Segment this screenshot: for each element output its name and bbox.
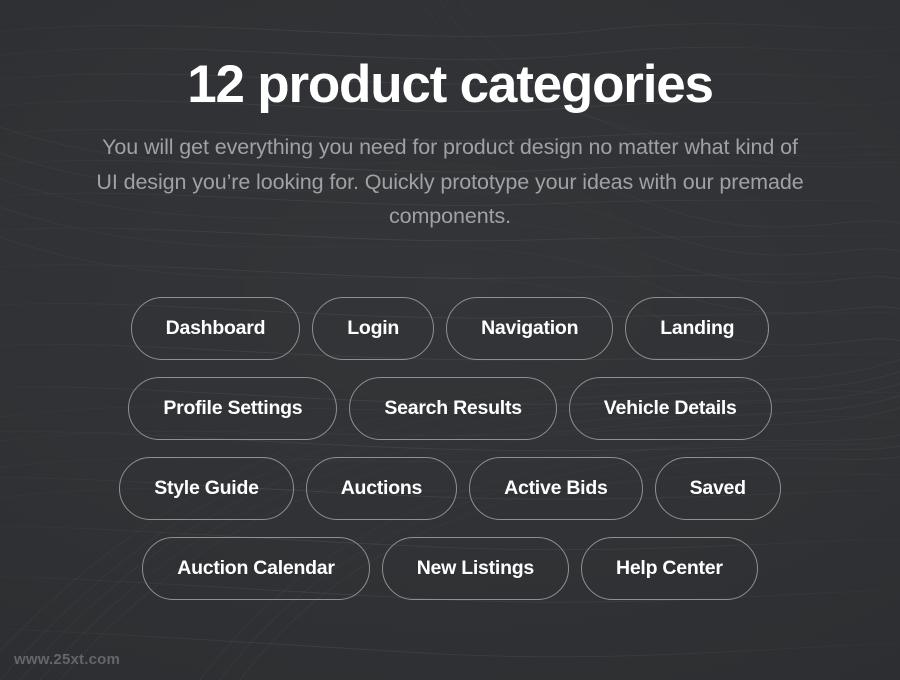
category-pill-label: Search Results — [384, 397, 522, 419]
category-pill-auctions[interactable]: Auctions — [305, 457, 458, 520]
page-title: 12 product categories — [187, 55, 714, 114]
category-pill-label: Help Center — [616, 557, 723, 579]
category-pill-login[interactable]: Login — [312, 297, 435, 360]
header-block: 12 product categories You will get every… — [0, 54, 900, 234]
category-pill-active-bids[interactable]: Active Bids — [469, 457, 643, 520]
category-row-2: Profile Settings Search Results Vehicle … — [0, 377, 900, 440]
category-pill-label: Active Bids — [504, 477, 608, 499]
category-pill-list: Dashboard Login Navigation Landing Profi… — [0, 297, 900, 617]
watermark: www.25xt.com — [14, 651, 121, 668]
category-pill-label: Saved — [689, 477, 746, 499]
category-pill-label: Profile Settings — [163, 397, 303, 419]
category-pill-label: Vehicle Details — [603, 397, 737, 419]
category-pill-vehicle-details[interactable]: Vehicle Details — [568, 377, 772, 440]
category-pill-label: Auctions — [340, 477, 423, 499]
category-pill-style-guide[interactable]: Style Guide — [119, 457, 294, 520]
category-pill-profile-settings[interactable]: Profile Settings — [128, 377, 338, 440]
category-row-3: Style Guide Auctions Active Bids Saved — [0, 457, 900, 520]
category-pill-label: Login — [347, 317, 400, 339]
category-pill-saved[interactable]: Saved — [654, 457, 781, 520]
category-pill-dashboard[interactable]: Dashboard — [130, 297, 301, 360]
category-pill-label: Landing — [660, 317, 735, 339]
category-pill-label: Auction Calendar — [177, 557, 335, 579]
category-row-4: Auction Calendar New Listings Help Cente… — [0, 537, 900, 600]
category-pill-new-listings[interactable]: New Listings — [381, 537, 569, 600]
category-pill-landing[interactable]: Landing — [625, 297, 770, 360]
category-pill-navigation[interactable]: Navigation — [446, 297, 614, 360]
category-row-1: Dashboard Login Navigation Landing — [0, 297, 900, 360]
category-pill-auction-calendar[interactable]: Auction Calendar — [142, 537, 370, 600]
category-pill-search-results[interactable]: Search Results — [349, 377, 557, 440]
category-pill-label: Style Guide — [154, 477, 259, 499]
category-pill-help-center[interactable]: Help Center — [581, 537, 758, 600]
category-pill-label: Dashboard — [165, 317, 266, 339]
page-subtitle: You will get everything you need for pro… — [96, 135, 804, 228]
category-pill-label: Navigation — [481, 317, 579, 339]
category-pill-label: New Listings — [416, 557, 535, 579]
